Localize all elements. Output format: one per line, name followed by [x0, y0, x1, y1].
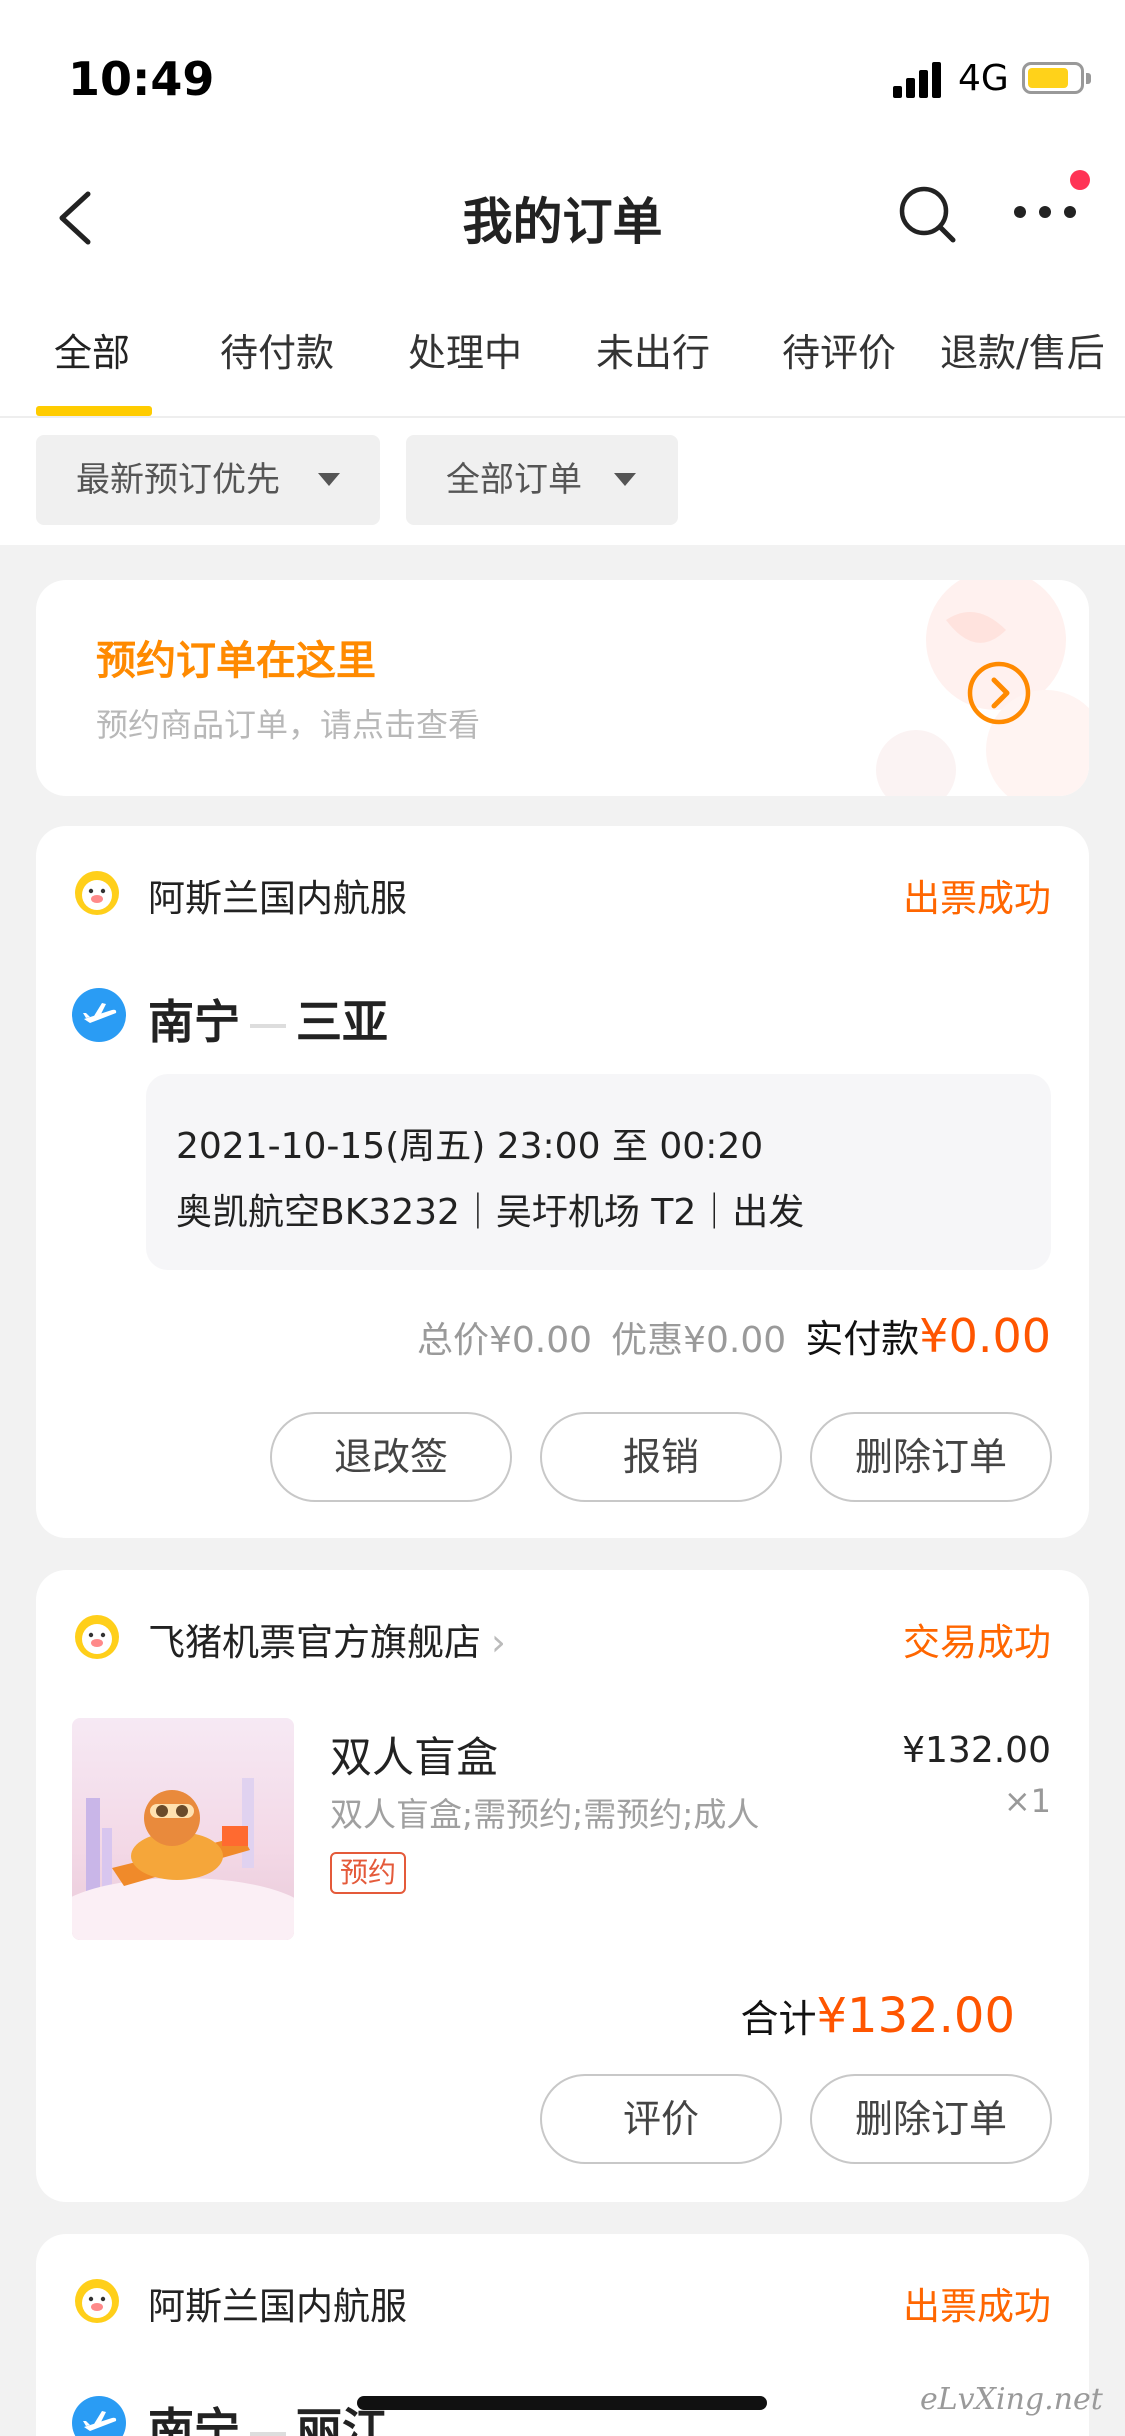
order-card-flight[interactable]: 阿斯兰国内航服 出票成功 南宁 三亚 2021-10-15(周五) 23:00 至…: [36, 826, 1089, 1538]
network-type: 4G: [958, 58, 1009, 99]
caret-down-icon: [614, 473, 636, 486]
order-total: 合计¥132.00: [740, 1988, 1015, 2044]
tab-pending-payment[interactable]: 待付款: [220, 322, 334, 377]
notification-dot: [1070, 170, 1090, 190]
active-tab-indicator: [36, 406, 152, 416]
status-bar: 10:49 4G: [0, 0, 1125, 140]
order-tabs: 全部 待付款 处理中 未出行 待评价 退款/售后: [0, 300, 1125, 416]
promo-decoration: [876, 580, 1089, 796]
shop-name[interactable]: 阿斯兰国内航服: [148, 2276, 407, 2330]
fliggy-logo-icon: [75, 2279, 119, 2323]
reservation-tag: 预约: [330, 1852, 407, 1894]
product-quantity: ×1: [1003, 1782, 1051, 1820]
tab-pending-review[interactable]: 待评价: [782, 322, 896, 377]
tab-processing[interactable]: 处理中: [408, 322, 522, 377]
order-type-dropdown[interactable]: 全部订单: [406, 435, 678, 525]
search-icon[interactable]: [895, 182, 959, 246]
discount: 优惠¥0.00: [611, 1320, 787, 1361]
reimburse-button[interactable]: 报销: [540, 1412, 782, 1502]
tab-not-traveled[interactable]: 未出行: [596, 322, 710, 377]
paid-label: 实付款: [805, 1317, 920, 1361]
product-spec: 双人盲盒;需预约;需预约;成人: [330, 1795, 760, 1834]
delete-order-button[interactable]: 删除订单: [810, 2074, 1052, 2164]
shop-name[interactable]: 阿斯兰国内航服: [148, 868, 407, 922]
sort-filter-dropdown[interactable]: 最新预订优先: [36, 435, 380, 525]
order-type-label: 全部订单: [446, 460, 582, 500]
fliggy-logo-icon: [75, 1615, 119, 1659]
tabs-divider: [0, 416, 1125, 418]
header-area: 10:49 4G 我的订单 全部 待付款 处理中 未出行 待评价 退款/售后 最…: [0, 0, 1125, 545]
navigation-bar: 我的订单: [0, 150, 1125, 280]
order-status: 交易成功: [903, 1621, 1051, 1664]
flight-route: 南宁 丽江: [148, 2394, 388, 2436]
cellular-signal-icon: [893, 62, 945, 98]
flight-datetime: 2021-10-15(周五) 23:00 至 00:20: [176, 1126, 764, 1167]
battery-icon: [1022, 62, 1091, 94]
promo-subtitle: 预约商品订单，请点击查看: [96, 706, 481, 744]
shop-name: 飞猪机票官方旗舰店: [148, 1621, 481, 1664]
order-card-product[interactable]: 飞猪机票官方旗舰店 › 交易成功 双人盲盒 双人盲盒;需预约;需预约;成人 预约 …: [36, 1570, 1089, 2202]
order-status: 出票成功: [903, 2285, 1051, 2328]
product-thumbnail[interactable]: [72, 1718, 294, 1940]
flight-route: 南宁 三亚: [148, 986, 388, 1052]
flight-info: 2021-10-15(周五) 23:00 至 00:20 奥凯航空BK3232｜…: [146, 1074, 1051, 1270]
review-button[interactable]: 评价: [540, 2074, 782, 2164]
home-indicator: [357, 2396, 767, 2410]
total-label: 合计: [740, 1997, 817, 2041]
more-options-icon[interactable]: [1010, 192, 1080, 232]
change-ticket-button[interactable]: 退改签: [270, 1412, 512, 1502]
shop-name-link[interactable]: 飞猪机票官方旗舰店 ›: [148, 1612, 506, 1666]
status-time: 10:49: [68, 52, 215, 106]
route-origin: 南宁: [148, 2403, 240, 2436]
tab-all[interactable]: 全部: [54, 322, 130, 377]
airplane-icon: [72, 988, 126, 1042]
route-origin: 南宁: [148, 995, 240, 1049]
total-price: 总价¥0.00: [416, 1320, 593, 1361]
paid-amount: ¥0.00: [919, 1309, 1051, 1363]
delete-order-button[interactable]: 删除订单: [810, 1412, 1052, 1502]
tab-refund-aftersale[interactable]: 退款/售后: [940, 322, 1105, 377]
promo-title: 预约订单在这里: [96, 638, 376, 684]
order-status: 出票成功: [903, 877, 1051, 920]
sort-filter-label: 最新预订优先: [76, 460, 280, 500]
caret-down-icon: [318, 473, 340, 486]
route-destination: 三亚: [296, 995, 388, 1049]
product-price: ¥132.00: [902, 1730, 1051, 1771]
fliggy-logo-icon: [75, 871, 119, 915]
total-amount: ¥132.00: [816, 1988, 1016, 2044]
flight-detail: 奥凯航空BK3232｜吴圩机场 T2｜出发: [176, 1192, 805, 1233]
product-name[interactable]: 双人盲盒: [330, 1724, 498, 1785]
chevron-right-circle-icon[interactable]: [966, 660, 1032, 726]
airplane-icon: [72, 2396, 126, 2436]
price-summary: 总价¥0.00 优惠¥0.00 实付款¥0.00: [417, 1308, 1051, 1363]
reservation-promo-card[interactable]: 预约订单在这里 预约商品订单，请点击查看: [36, 580, 1089, 796]
watermark: eLvXing.net: [920, 2382, 1103, 2417]
chevron-right-icon: ›: [491, 1621, 506, 1664]
